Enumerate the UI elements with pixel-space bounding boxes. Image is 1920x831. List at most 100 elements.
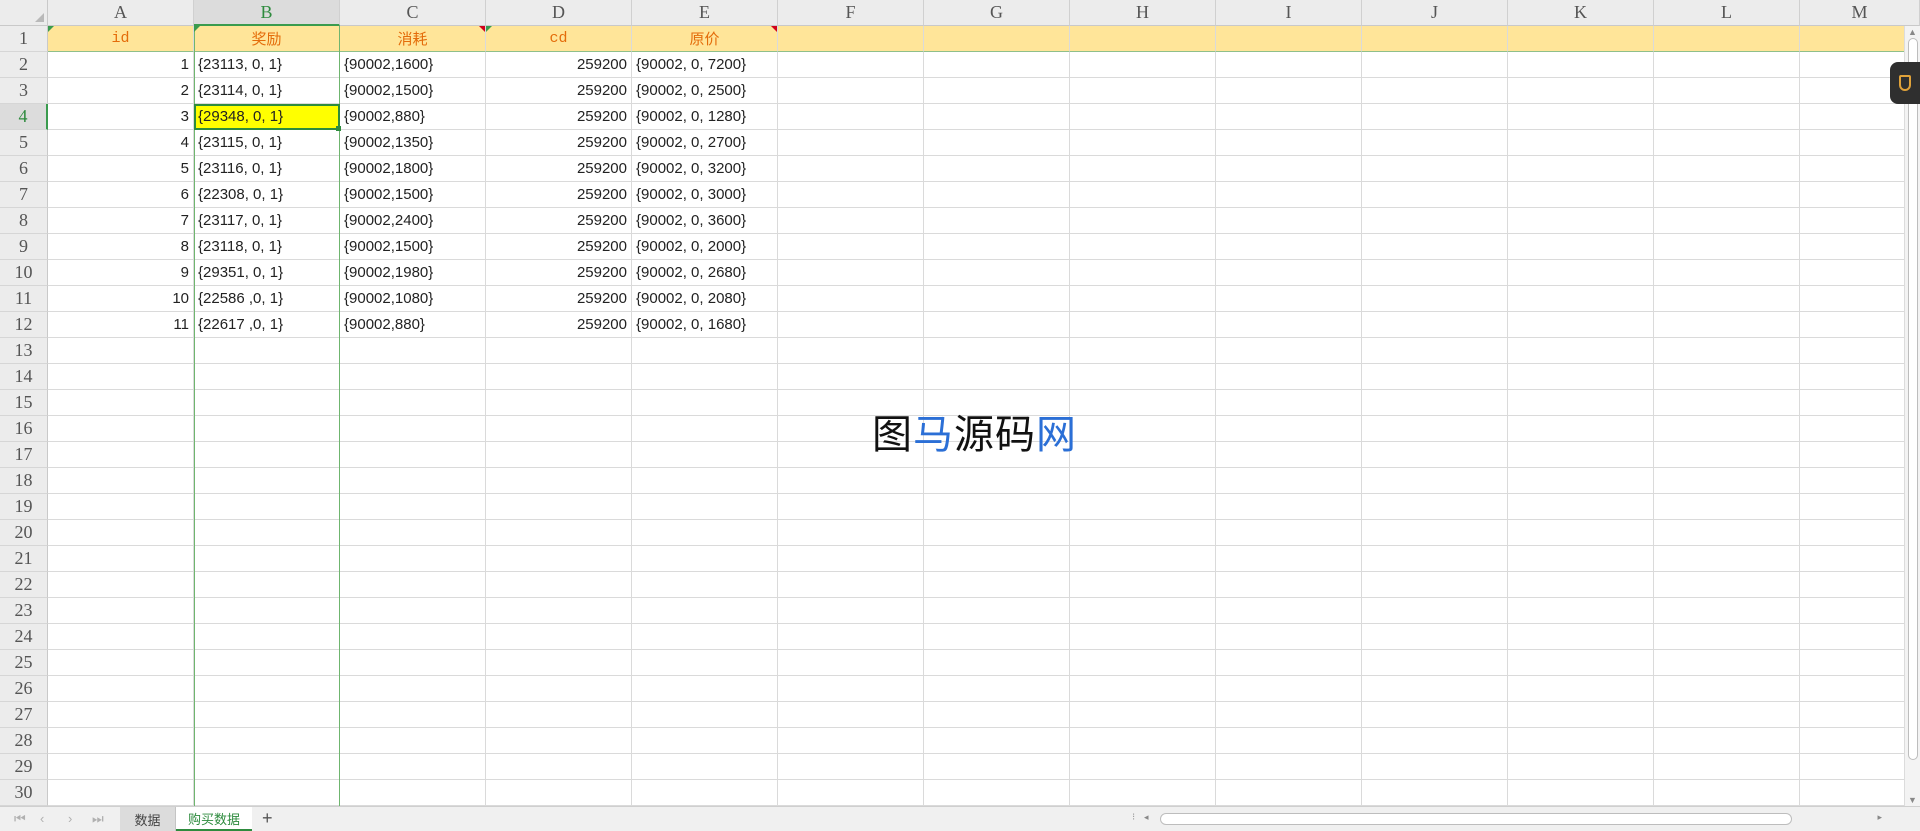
empty-cell-D27[interactable] (486, 702, 632, 728)
cell-id[interactable]: 6 (48, 182, 194, 208)
cell-reward[interactable]: {23115, 0, 1} (194, 130, 340, 156)
empty-cell-H15[interactable] (1070, 390, 1216, 416)
empty-cell-F5[interactable] (778, 130, 924, 156)
empty-cell-B16[interactable] (194, 416, 340, 442)
empty-cell-H5[interactable] (1070, 130, 1216, 156)
cell-reward[interactable]: {29351, 0, 1} (194, 260, 340, 286)
empty-cell-G20[interactable] (924, 520, 1070, 546)
empty-cell-K9[interactable] (1508, 234, 1654, 260)
empty-cell-E30[interactable] (632, 780, 778, 806)
column-header-G[interactable]: G (924, 0, 1070, 26)
empty-cell-G24[interactable] (924, 624, 1070, 650)
sheet-tab-purchase-data[interactable]: 购买数据 (176, 807, 252, 831)
empty-cell-J6[interactable] (1362, 156, 1508, 182)
empty-cell-B27[interactable] (194, 702, 340, 728)
cell-original-price[interactable]: {90002, 0, 1280} (632, 104, 778, 130)
empty-cell-B23[interactable] (194, 598, 340, 624)
empty-cell-A16[interactable] (48, 416, 194, 442)
empty-cell-G19[interactable] (924, 494, 1070, 520)
empty-cell-J27[interactable] (1362, 702, 1508, 728)
empty-cell-I6[interactable] (1216, 156, 1362, 182)
empty-cell-B13[interactable] (194, 338, 340, 364)
empty-cell-K5[interactable] (1508, 130, 1654, 156)
empty-cell-I26[interactable] (1216, 676, 1362, 702)
empty-cell-G13[interactable] (924, 338, 1070, 364)
empty-cell-K26[interactable] (1508, 676, 1654, 702)
empty-cell-K12[interactable] (1508, 312, 1654, 338)
empty-cell-I19[interactable] (1216, 494, 1362, 520)
empty-cell-E17[interactable] (632, 442, 778, 468)
row-header-23[interactable]: 23 (0, 598, 48, 624)
first-sheet-icon[interactable]: ⏮ (14, 811, 26, 827)
header-cell-empty[interactable] (1800, 26, 1920, 52)
empty-cell-C30[interactable] (340, 780, 486, 806)
empty-cell-K25[interactable] (1508, 650, 1654, 676)
empty-cell-H27[interactable] (1070, 702, 1216, 728)
empty-cell-A24[interactable] (48, 624, 194, 650)
column-header-A[interactable]: A (48, 0, 194, 26)
empty-cell-D15[interactable] (486, 390, 632, 416)
empty-cell-B17[interactable] (194, 442, 340, 468)
cell-cd[interactable]: 259200 (486, 156, 632, 182)
empty-cell-B24[interactable] (194, 624, 340, 650)
empty-cell-E27[interactable] (632, 702, 778, 728)
empty-cell-I27[interactable] (1216, 702, 1362, 728)
empty-cell-F6[interactable] (778, 156, 924, 182)
empty-cell-M6[interactable] (1800, 156, 1920, 182)
empty-cell-D26[interactable] (486, 676, 632, 702)
row-header-17[interactable]: 17 (0, 442, 48, 468)
empty-cell-H4[interactable] (1070, 104, 1216, 130)
empty-cell-J14[interactable] (1362, 364, 1508, 390)
empty-cell-D21[interactable] (486, 546, 632, 572)
empty-cell-D16[interactable] (486, 416, 632, 442)
empty-cell-I7[interactable] (1216, 182, 1362, 208)
empty-cell-J15[interactable] (1362, 390, 1508, 416)
empty-cell-G8[interactable] (924, 208, 1070, 234)
empty-cell-M22[interactable] (1800, 572, 1920, 598)
cell-reward[interactable]: {22586 ,0, 1} (194, 286, 340, 312)
last-sheet-icon[interactable]: ⏭ (92, 811, 104, 827)
empty-cell-J17[interactable] (1362, 442, 1508, 468)
empty-cell-G18[interactable] (924, 468, 1070, 494)
cell-cost[interactable]: {90002,1500} (340, 78, 486, 104)
empty-cell-H29[interactable] (1070, 754, 1216, 780)
empty-cell-G23[interactable] (924, 598, 1070, 624)
empty-cell-B19[interactable] (194, 494, 340, 520)
empty-cell-A19[interactable] (48, 494, 194, 520)
empty-cell-C20[interactable] (340, 520, 486, 546)
empty-cell-C25[interactable] (340, 650, 486, 676)
empty-cell-C18[interactable] (340, 468, 486, 494)
empty-cell-M25[interactable] (1800, 650, 1920, 676)
empty-cell-L26[interactable] (1654, 676, 1800, 702)
empty-cell-D23[interactable] (486, 598, 632, 624)
empty-cell-F29[interactable] (778, 754, 924, 780)
row-header-13[interactable]: 13 (0, 338, 48, 364)
cell-id[interactable]: 11 (48, 312, 194, 338)
empty-cell-J12[interactable] (1362, 312, 1508, 338)
cell-reward[interactable]: {23118, 0, 1} (194, 234, 340, 260)
empty-cell-L25[interactable] (1654, 650, 1800, 676)
empty-cell-K24[interactable] (1508, 624, 1654, 650)
empty-cell-J7[interactable] (1362, 182, 1508, 208)
empty-cell-H2[interactable] (1070, 52, 1216, 78)
empty-cell-F8[interactable] (778, 208, 924, 234)
empty-cell-L7[interactable] (1654, 182, 1800, 208)
row-header-9[interactable]: 9 (0, 234, 48, 260)
empty-cell-J21[interactable] (1362, 546, 1508, 572)
empty-cell-J16[interactable] (1362, 416, 1508, 442)
empty-cell-A20[interactable] (48, 520, 194, 546)
empty-cell-L29[interactable] (1654, 754, 1800, 780)
column-header-M[interactable]: M (1800, 0, 1920, 26)
empty-cell-K21[interactable] (1508, 546, 1654, 572)
empty-cell-H25[interactable] (1070, 650, 1216, 676)
fill-handle[interactable] (336, 126, 341, 131)
empty-cell-L23[interactable] (1654, 598, 1800, 624)
header-cell-empty[interactable] (1070, 26, 1216, 52)
cell-original-price[interactable]: {90002, 0, 3600} (632, 208, 778, 234)
horizontal-scrollbar[interactable]: ⁝ ◂ ▸ (1132, 812, 1886, 826)
column-header-J[interactable]: J (1362, 0, 1508, 26)
cell-original-price[interactable]: {90002, 0, 2680} (632, 260, 778, 286)
empty-cell-D22[interactable] (486, 572, 632, 598)
cell-cost[interactable]: {90002,2400} (340, 208, 486, 234)
empty-cell-H12[interactable] (1070, 312, 1216, 338)
